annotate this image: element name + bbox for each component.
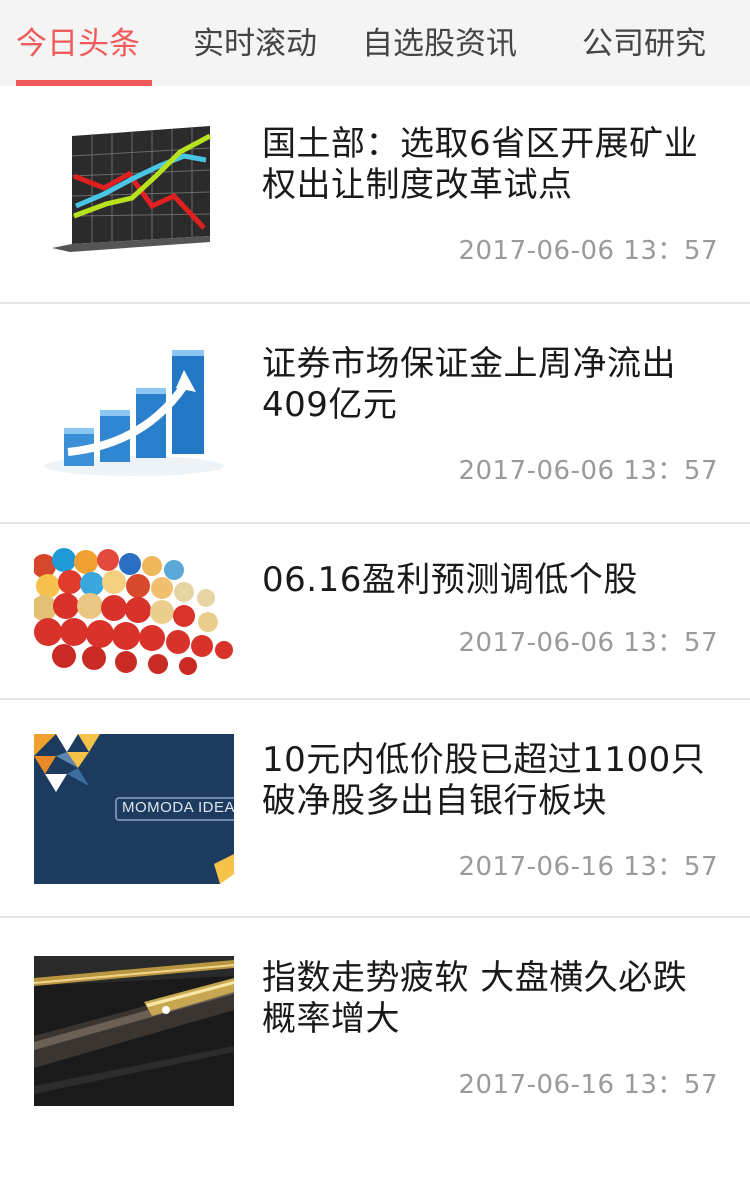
news-time: 2017-06-16 13：57 <box>458 852 718 882</box>
tab-bar: 今日头条 实时滚动 自选股资讯 公司研究 <box>0 0 750 86</box>
news-time: 2017-06-06 13：57 <box>458 236 718 266</box>
news-time: 2017-06-06 13：57 <box>458 628 718 658</box>
bar-chart-arrow-image <box>34 334 234 484</box>
news-title: 国土部：选取6省区开展矿业权出让制度改革试点 <box>262 124 699 205</box>
news-time: 2017-06-16 13：57 <box>458 1070 718 1100</box>
momoda-ideas-image: MOMODA IDEA <box>34 734 234 884</box>
news-title: 指数走势疲软 大盘横久必跌 概率增大 <box>262 958 688 1039</box>
news-item[interactable]: MOMODA IDEA 10元内低价股已超过1100只 破净股多出自银行板块 2… <box>0 700 750 916</box>
momoda-thumb-text: MOMODA IDEA <box>122 799 234 816</box>
news-time: 2017-06-06 13：57 <box>458 456 718 486</box>
news-item[interactable]: 指数走势疲软 大盘横久必跌 概率增大 2017-06-16 13：57 <box>0 918 750 1136</box>
news-title: 10元内低价股已超过1100只 破净股多出自银行板块 <box>262 740 706 821</box>
news-item[interactable]: 06.16盈利预测调低个股 2017-06-06 13：57 <box>0 524 750 698</box>
news-title: 证券市场保证金上周净流出409亿元 <box>262 344 676 425</box>
line-chart-image <box>34 116 234 266</box>
news-item[interactable]: 国土部：选取6省区开展矿业权出让制度改革试点 2017-06-06 13：57 <box>0 86 750 302</box>
news-title: 06.16盈利预测调低个股 <box>262 560 638 600</box>
puzzle-pieces-image <box>34 546 234 686</box>
tab-headlines[interactable]: 今日头条 <box>16 0 140 86</box>
news-item[interactable]: 证券市场保证金上周净流出409亿元 2017-06-06 13：57 <box>0 304 750 522</box>
tab-watchlist-news[interactable]: 自选股资讯 <box>362 0 517 86</box>
tab-realtime[interactable]: 实时滚动 <box>193 0 317 86</box>
tab-company-research[interactable]: 公司研究 <box>582 0 706 86</box>
pens-image <box>34 956 234 1106</box>
